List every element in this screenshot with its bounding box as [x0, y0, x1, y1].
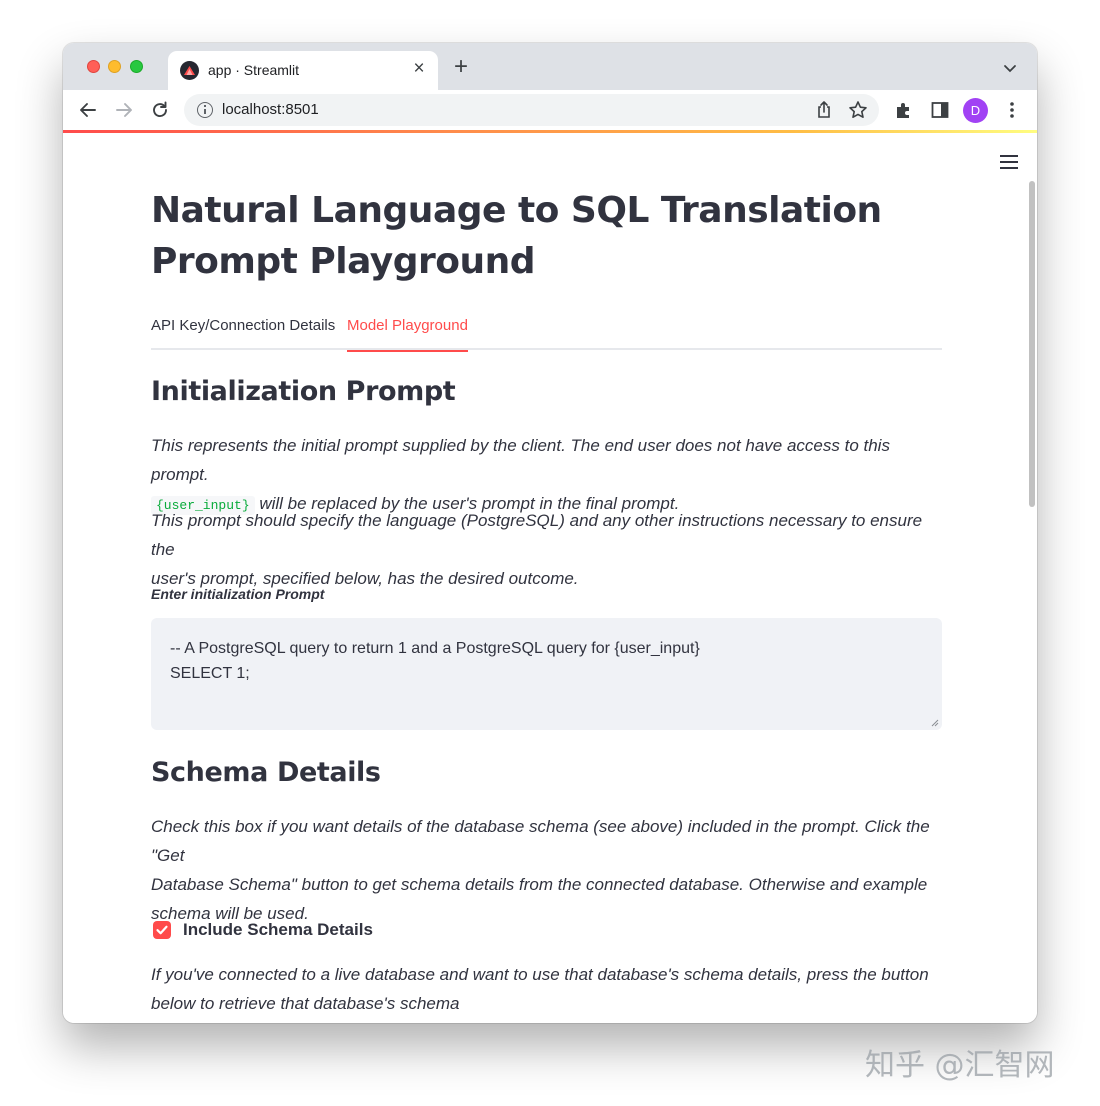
- scrollbar-thumb[interactable]: [1029, 181, 1035, 507]
- live-db-line-1: If you've connected to a live database a…: [151, 965, 929, 984]
- resize-handle-icon[interactable]: [931, 719, 939, 727]
- live-db-paragraph: If you've connected to a live database a…: [151, 960, 942, 1018]
- schema-details-heading: Schema Details: [151, 757, 381, 788]
- prompt-line: -- A PostgreSQL query to return 1 and a …: [170, 640, 700, 657]
- tab-close-icon[interactable]: ×: [408, 58, 430, 80]
- forward-arrow-icon[interactable]: [113, 99, 135, 121]
- init-description-line-1: This represents the initial prompt suppl…: [151, 436, 890, 484]
- streamlit-favicon-icon: [180, 61, 199, 80]
- reload-icon[interactable]: [149, 99, 171, 121]
- schema-description-line-2: Database Schema" button to get schema de…: [151, 875, 928, 894]
- schema-description-paragraph: Check this box if you want details of th…: [151, 812, 942, 928]
- profile-avatar[interactable]: D: [963, 98, 988, 123]
- more-menu-icon[interactable]: [1001, 99, 1023, 121]
- maximize-window-button[interactable]: [130, 60, 143, 73]
- schema-description-line-1: Check this box if you want details of th…: [151, 817, 930, 865]
- close-window-button[interactable]: [87, 60, 100, 73]
- url-text[interactable]: localhost:8501: [222, 101, 319, 118]
- share-icon[interactable]: [814, 100, 834, 120]
- tab-model-playground[interactable]: Model Playground: [347, 317, 468, 352]
- init-instructions-paragraph: This prompt should specify the language …: [151, 506, 942, 593]
- back-arrow-icon[interactable]: [77, 99, 99, 121]
- minimize-window-button[interactable]: [108, 60, 121, 73]
- init-instructions-line-1: This prompt should specify the language …: [151, 511, 923, 559]
- live-db-line-2: below to retrieve that database's schema: [151, 994, 460, 1013]
- tab-bar: API Key/Connection Details Model Playgro…: [151, 317, 942, 352]
- initialization-prompt-heading: Initialization Prompt: [151, 376, 456, 407]
- browser-window: app · Streamlit × + localhost:8501 D Nat…: [63, 43, 1037, 1023]
- page-title: Natural Language to SQL Translation Prom…: [151, 185, 942, 287]
- site-info-icon[interactable]: [197, 102, 213, 118]
- init-prompt-textarea[interactable]: -- A PostgreSQL query to return 1 and a …: [151, 618, 942, 730]
- prompt-line: SELECT 1;: [170, 665, 250, 682]
- tab-title: app · Streamlit: [208, 62, 300, 78]
- watermark-text: 知乎 @汇智网: [865, 1048, 1055, 1083]
- checkmark-icon: [156, 925, 168, 935]
- hamburger-menu-icon[interactable]: [1000, 155, 1018, 169]
- page-content: Natural Language to SQL Translation Prom…: [63, 133, 1037, 1023]
- new-tab-button[interactable]: +: [448, 54, 474, 80]
- include-schema-label[interactable]: Include Schema Details: [183, 920, 373, 940]
- browser-tab-active[interactable]: app · Streamlit ×: [168, 51, 438, 90]
- tab-strip: app · Streamlit × +: [63, 43, 1037, 90]
- init-prompt-label: Enter initialization Prompt: [151, 586, 325, 602]
- browser-toolbar: localhost:8501 D: [63, 90, 1037, 130]
- address-bar[interactable]: localhost:8501: [184, 94, 879, 126]
- chevron-down-icon[interactable]: [1000, 58, 1020, 78]
- bookmark-star-icon[interactable]: [847, 99, 869, 121]
- include-schema-checkbox[interactable]: [153, 921, 171, 939]
- side-panel-icon[interactable]: [929, 99, 951, 121]
- tab-api-key-connection-details[interactable]: API Key/Connection Details: [151, 317, 335, 350]
- page-title-line-1: Natural Language to SQL Translation: [151, 190, 882, 231]
- extensions-puzzle-icon[interactable]: [893, 99, 915, 121]
- page-title-line-2: Prompt Playground: [151, 241, 536, 282]
